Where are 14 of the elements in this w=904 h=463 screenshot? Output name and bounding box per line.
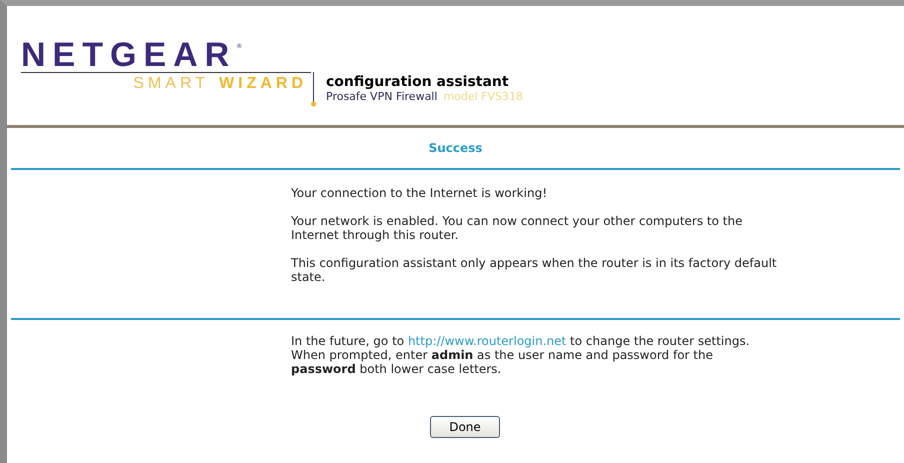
logo-subtitle: SMART — [133, 76, 210, 92]
section-title: Success — [428, 140, 482, 157]
product-name: Prosafe VPN Firewall — [326, 90, 438, 104]
done-button[interactable]: Done — [430, 416, 500, 438]
instruction-text: In the future, go to http://www.routerlogin.net to change the router settings. — [291, 334, 751, 348]
message-text: Your connection to the Internet is working! — [291, 186, 548, 200]
login-note: When prompted, enter admin as the user name and password for the password both lower case letters. — [291, 348, 714, 376]
message-text: Your network is enabled. You can now connect your other computers to the Internet through this router. — [291, 214, 744, 242]
logo-line-icon — [311, 72, 316, 108]
brand-logo: NETGEAR — [21, 38, 236, 72]
model-name: model FVS318 — [443, 90, 524, 104]
message-text: This configuration assistant only appears when the router is in its factory default state. — [291, 256, 778, 284]
app-title: configuration assistant — [326, 74, 510, 90]
logo-wizard: WIZARD — [219, 76, 307, 92]
